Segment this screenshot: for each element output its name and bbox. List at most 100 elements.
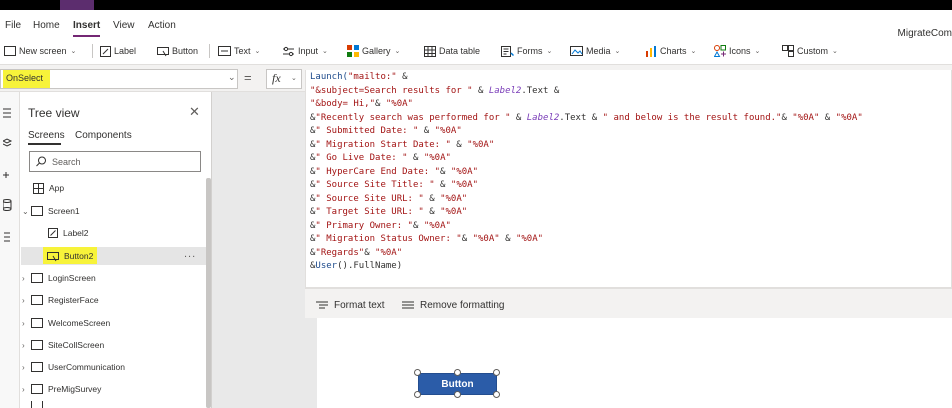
tree-item-label2[interactable]: Label2 [48, 225, 89, 241]
resize-handle[interactable] [493, 391, 500, 398]
tab-screens[interactable]: Screens [28, 130, 65, 141]
input-label: Input [298, 46, 319, 56]
custom-dropdown[interactable]: Custom ⌄ [782, 43, 838, 59]
tree-item-registerface[interactable]: › RegisterFace [22, 292, 99, 308]
tree-item-label: PreMigSurvey [48, 384, 102, 394]
chevron-right-icon[interactable]: › [22, 363, 31, 372]
remove-formatting-button[interactable]: Remove formatting [402, 300, 504, 311]
tree-item-premigsurvey[interactable]: › PreMigSurvey [22, 381, 101, 397]
title-bar [0, 0, 952, 10]
code-token: " Target Site URL: " [315, 207, 424, 217]
close-icon[interactable]: ✕ [189, 104, 200, 120]
button-icon [47, 251, 59, 261]
screen-icon [31, 206, 43, 216]
chevron-down-icon[interactable]: ⌄ [22, 207, 31, 216]
resize-handle[interactable] [454, 391, 461, 398]
remove-formatting-label: Remove formatting [420, 300, 505, 311]
code-line: &" Primary Owner: "& "%0A" [310, 220, 863, 234]
label-label: Label [114, 46, 137, 56]
format-text-button[interactable]: Format text [316, 300, 385, 311]
code-line: &"Recently search was performed for " & … [310, 112, 863, 126]
chevron-right-icon[interactable]: › [22, 319, 31, 328]
tab-components[interactable]: Components [75, 130, 132, 141]
code-token: "%0A" [472, 234, 500, 244]
tree-item-screen1[interactable]: ⌄ Screen1 [22, 203, 80, 219]
code-line: &"Regards"& "%0A" [310, 247, 863, 261]
app-canvas[interactable] [317, 318, 952, 408]
tree-scrollbar[interactable] [206, 178, 211, 408]
custom-icon [782, 45, 794, 57]
code-token: & [440, 166, 451, 177]
tree-item-sitecollscreen[interactable]: › SiteCollScreen [22, 337, 104, 353]
chevron-down-icon: ⌄ [614, 48, 621, 55]
chevron-right-icon[interactable]: › [22, 385, 31, 394]
label-icon [100, 45, 111, 57]
resize-handle[interactable] [414, 369, 421, 376]
resize-handle[interactable] [493, 369, 500, 376]
code-token: " and below is the result found." [602, 112, 782, 123]
forms-dropdown[interactable]: Forms ⌄ [501, 43, 552, 59]
menu-tab-view[interactable]: View [113, 20, 135, 31]
media-dropdown[interactable]: Media ⌄ [570, 43, 620, 59]
hamburger-icon[interactable] [3, 106, 17, 120]
resize-handle[interactable] [414, 391, 421, 398]
property-name: OnSelect [6, 73, 44, 83]
title-bar-accent [60, 0, 94, 10]
code-token: & [375, 99, 386, 109]
resize-handle[interactable] [454, 369, 461, 376]
formula-code[interactable]: Launch("mailto:" & "&subject=Search resul… [310, 71, 863, 274]
menu-tab-file[interactable]: File [5, 20, 21, 31]
tree-item-app[interactable]: App [33, 180, 64, 196]
data-table-button[interactable]: Data table [424, 43, 480, 59]
menu-tab-home[interactable]: Home [33, 20, 60, 31]
code-token: "Recently search was performed for " [315, 112, 511, 123]
gallery-dropdown[interactable]: Gallery ⌄ [347, 43, 400, 59]
forms-label: Forms [517, 46, 543, 56]
label-button[interactable]: Label [100, 43, 136, 59]
icons-label: Icons [729, 46, 751, 56]
screen-icon [31, 273, 43, 283]
code-token: & [412, 220, 424, 231]
charts-dropdown[interactable]: Charts ⌄ [645, 43, 696, 59]
format-text-icon [316, 301, 328, 308]
tree-item-button2[interactable]: Button2 [47, 248, 93, 264]
left-rail [0, 92, 20, 408]
insert-plus-icon[interactable] [3, 168, 17, 182]
chevron-down-icon: ⌄ [291, 75, 297, 82]
icons-dropdown[interactable]: Icons ⌄ [714, 43, 760, 59]
chevron-right-icon[interactable]: › [22, 341, 31, 350]
layers-icon[interactable] [3, 136, 17, 150]
code-token: & [819, 112, 836, 123]
tree-item-loginscreen[interactable]: › LoginScreen [22, 270, 96, 286]
code-token: "%0A" [440, 207, 468, 217]
menu-tab-insert[interactable]: Insert [73, 20, 100, 31]
toolbar-divider [92, 44, 93, 58]
text-dropdown[interactable]: Text ⌄ [218, 43, 260, 59]
input-icon [283, 46, 294, 56]
chevron-down-icon: ⌄ [832, 48, 838, 55]
app-icon [33, 182, 44, 194]
code-token: "%0A" [835, 112, 863, 123]
screen-icon [31, 340, 43, 350]
code-token: "%0A" [450, 166, 478, 177]
active-tab-indicator [28, 143, 61, 145]
data-icon[interactable] [3, 198, 17, 212]
code-token: & [781, 112, 793, 123]
media-rail-icon[interactable] [3, 230, 17, 244]
fx-icon: fx [272, 71, 281, 85]
chevron-right-icon[interactable]: › [22, 296, 31, 305]
chevron-right-icon[interactable]: › [22, 274, 31, 283]
code-token: " Go Live Date: " [315, 153, 408, 163]
button-insert-button[interactable]: Button [157, 43, 198, 59]
code-token: "%0A" [515, 234, 544, 244]
tree-item-usercommunication[interactable]: › UserCommunication [22, 359, 125, 375]
input-dropdown[interactable]: Input ⌄ [282, 43, 328, 59]
code-token: Label2 [526, 112, 560, 123]
remove-formatting-icon [402, 301, 414, 308]
code-token: Launch( [310, 72, 348, 82]
new-screen-button[interactable]: New screen ⌄ [4, 43, 76, 59]
menu-tab-action[interactable]: Action [148, 20, 176, 31]
more-options-icon[interactable]: ... [184, 248, 196, 260]
tree-item-welcomescreen[interactable]: › WelcomeScreen [22, 315, 110, 331]
chevron-down-icon: ⌄ [70, 48, 77, 55]
